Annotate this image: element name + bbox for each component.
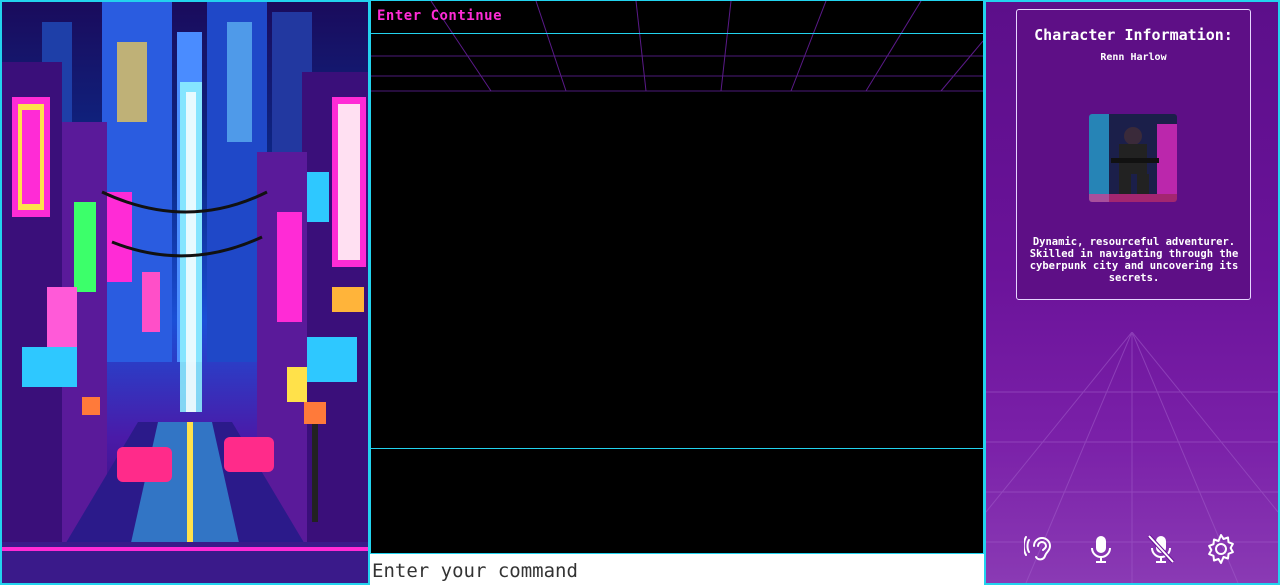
story-output-area: Enter Continue: [370, 0, 984, 449]
character-name: Renn Harlow: [1100, 52, 1167, 63]
microphone-icon: [1091, 536, 1111, 563]
gear-icon: [1208, 534, 1234, 564]
scene-image-panel: [0, 0, 370, 585]
character-portrait: [1089, 114, 1177, 202]
character-panel: Character Information: Renn Harlow Dynam…: [984, 0, 1280, 585]
command-input[interactable]: [370, 554, 984, 585]
settings-button[interactable]: [1204, 532, 1238, 566]
character-description: Dynamic, resourceful adventurer. Skilled…: [1029, 236, 1239, 284]
listen-button[interactable]: [1022, 532, 1058, 566]
mute-microphone-button[interactable]: [1144, 532, 1178, 566]
character-heading: Character Information:: [1034, 26, 1233, 44]
cyberpunk-street-illustration: [2, 2, 368, 583]
game-log-panel: Enter Continue: [370, 0, 984, 585]
character-info-card: Character Information: Renn Harlow Dynam…: [1016, 9, 1251, 300]
ear-icon: [1022, 536, 1052, 561]
microphone-off-icon: [1147, 534, 1175, 564]
secondary-output-area: [370, 448, 984, 554]
log-title: Enter Continue: [377, 8, 503, 24]
microphone-button[interactable]: [1084, 532, 1118, 566]
title-divider: [371, 33, 983, 34]
